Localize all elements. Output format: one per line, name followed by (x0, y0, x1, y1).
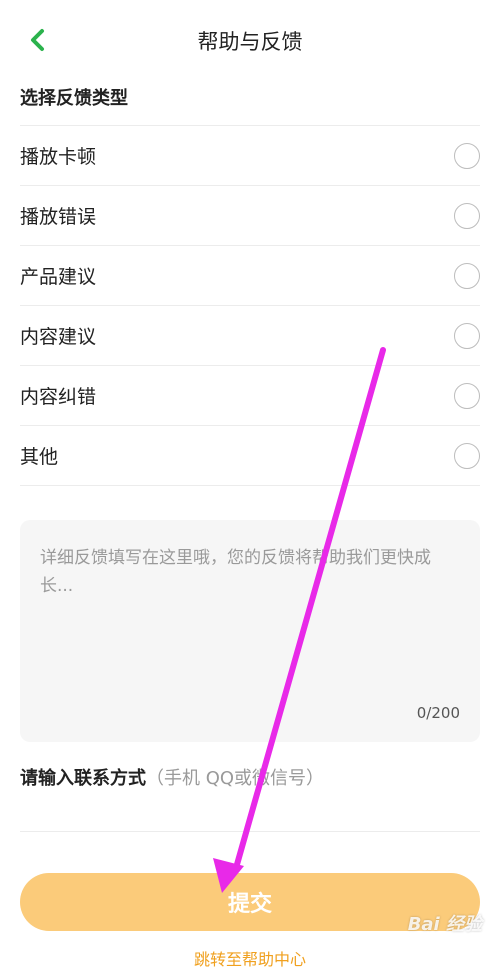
feedback-option-other[interactable]: 其他 (20, 426, 480, 486)
option-label: 内容纠错 (20, 386, 97, 408)
feedback-option-playback-error[interactable]: 播放错误 (20, 186, 480, 246)
header: 帮助与反馈 (0, 0, 500, 80)
contact-input[interactable]: 请输入联系方式（手机 QQ或微信号） (20, 764, 480, 832)
contact-label: 请输入联系方式 (20, 768, 146, 789)
option-label: 播放卡顿 (20, 146, 97, 168)
option-label: 播放错误 (20, 206, 97, 228)
feedback-option-product-suggestion[interactable]: 产品建议 (20, 246, 480, 306)
option-label: 其他 (20, 446, 59, 468)
page-title: 帮助与反馈 (197, 30, 303, 54)
radio-button[interactable] (454, 202, 480, 229)
feedback-type-list: 播放卡顿 播放错误 产品建议 内容建议 内容纠错 其他 (20, 125, 480, 486)
radio-button[interactable] (454, 262, 480, 289)
watermark: Bai 经验 (407, 914, 482, 935)
radio-button[interactable] (454, 322, 480, 349)
help-center-link[interactable]: 跳转至帮助中心 (0, 946, 500, 969)
feedback-type-title: 选择反馈类型 (20, 88, 128, 109)
option-label: 产品建议 (20, 266, 97, 288)
feedback-option-content-correction[interactable]: 内容纠错 (20, 366, 480, 426)
option-label: 内容建议 (20, 326, 97, 348)
radio-button[interactable] (454, 142, 480, 169)
radio-button[interactable] (454, 442, 480, 469)
contact-hint: （手机 QQ或微信号） (146, 768, 325, 789)
character-counter: 0/200 (416, 704, 460, 722)
feedback-option-content-suggestion[interactable]: 内容建议 (20, 306, 480, 366)
radio-button[interactable] (454, 382, 480, 409)
textarea-placeholder: 详细反馈填写在这里哦，您的反馈将帮助我们更快成长... (40, 548, 431, 596)
feedback-option-playback-lag[interactable]: 播放卡顿 (20, 126, 480, 186)
feedback-detail-textarea[interactable]: 详细反馈填写在这里哦，您的反馈将帮助我们更快成长... 0/200 (20, 520, 480, 742)
